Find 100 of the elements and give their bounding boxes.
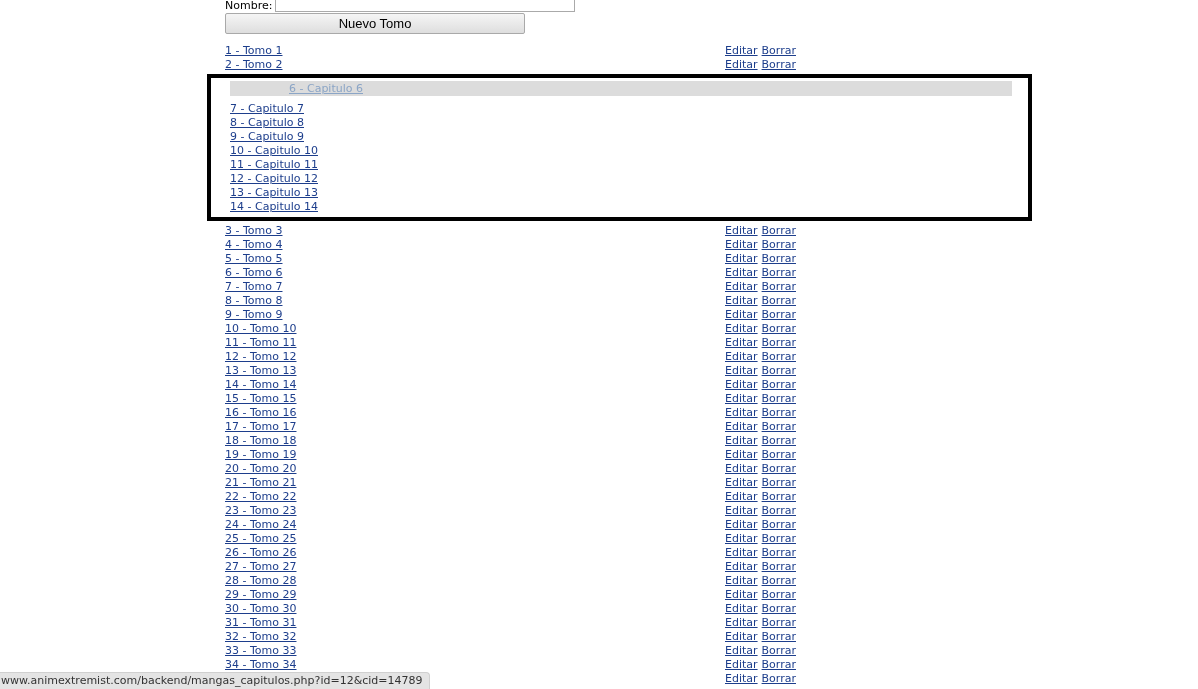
- tome-link[interactable]: 29 - Tomo 29: [225, 588, 297, 601]
- delete-link[interactable]: Borrar: [761, 252, 796, 266]
- tome-link[interactable]: 13 - Tomo 13: [225, 364, 297, 377]
- tome-link[interactable]: 18 - Tomo 18: [225, 434, 297, 447]
- edit-link[interactable]: Editar: [725, 392, 758, 406]
- chapter-link[interactable]: 7 - Capitulo 7: [230, 102, 304, 115]
- chapter-link[interactable]: 13 - Capitulo 13: [230, 186, 318, 199]
- tome-link[interactable]: 27 - Tomo 27: [225, 560, 297, 573]
- edit-link[interactable]: Editar: [725, 238, 758, 252]
- edit-link[interactable]: Editar: [725, 490, 758, 504]
- edit-link[interactable]: Editar: [725, 266, 758, 280]
- delete-link[interactable]: Borrar: [761, 406, 796, 420]
- tome-link[interactable]: 14 - Tomo 14: [225, 378, 297, 391]
- edit-link[interactable]: Editar: [725, 350, 758, 364]
- chapter-link[interactable]: 14 - Capitulo 14: [230, 200, 318, 213]
- delete-link[interactable]: Borrar: [761, 294, 796, 308]
- tome-link[interactable]: 16 - Tomo 16: [225, 406, 297, 419]
- chapter-link[interactable]: 12 - Capitulo 12: [230, 172, 318, 185]
- delete-link[interactable]: Borrar: [761, 448, 796, 462]
- tome-link[interactable]: 20 - Tomo 20: [225, 462, 297, 475]
- delete-link[interactable]: Borrar: [761, 462, 796, 476]
- delete-link[interactable]: Borrar: [761, 490, 796, 504]
- tome-link[interactable]: 15 - Tomo 15: [225, 392, 297, 405]
- tome-link[interactable]: 22 - Tomo 22: [225, 490, 297, 503]
- delete-link[interactable]: Borrar: [761, 420, 796, 434]
- tome-link[interactable]: 9 - Tomo 9: [225, 308, 283, 321]
- delete-link[interactable]: Borrar: [761, 672, 796, 686]
- delete-link[interactable]: Borrar: [761, 630, 796, 644]
- edit-link[interactable]: Editar: [725, 462, 758, 476]
- delete-link[interactable]: Borrar: [761, 588, 796, 602]
- tome-link[interactable]: 17 - Tomo 17: [225, 420, 297, 433]
- edit-link[interactable]: Editar: [725, 644, 758, 658]
- edit-link[interactable]: Editar: [725, 658, 758, 672]
- edit-link[interactable]: Editar: [725, 378, 758, 392]
- tome-link[interactable]: 10 - Tomo 10: [225, 322, 297, 335]
- edit-link[interactable]: Editar: [725, 58, 758, 72]
- tome-link[interactable]: 26 - Tomo 26: [225, 546, 297, 559]
- edit-link[interactable]: Editar: [725, 672, 758, 686]
- tome-link[interactable]: 11 - Tomo 11: [225, 336, 297, 349]
- edit-link[interactable]: Editar: [725, 476, 758, 490]
- delete-link[interactable]: Borrar: [761, 658, 796, 672]
- edit-link[interactable]: Editar: [725, 252, 758, 266]
- delete-link[interactable]: Borrar: [761, 616, 796, 630]
- delete-link[interactable]: Borrar: [761, 280, 796, 294]
- edit-link[interactable]: Editar: [725, 420, 758, 434]
- edit-link[interactable]: Editar: [725, 574, 758, 588]
- delete-link[interactable]: Borrar: [761, 336, 796, 350]
- edit-link[interactable]: Editar: [725, 308, 758, 322]
- edit-link[interactable]: Editar: [725, 560, 758, 574]
- edit-link[interactable]: Editar: [725, 588, 758, 602]
- delete-link[interactable]: Borrar: [761, 224, 796, 238]
- tome-link[interactable]: 24 - Tomo 24: [225, 518, 297, 531]
- delete-link[interactable]: Borrar: [761, 518, 796, 532]
- delete-link[interactable]: Borrar: [761, 392, 796, 406]
- edit-link[interactable]: Editar: [725, 294, 758, 308]
- edit-link[interactable]: Editar: [725, 280, 758, 294]
- delete-link[interactable]: Borrar: [761, 546, 796, 560]
- delete-link[interactable]: Borrar: [761, 504, 796, 518]
- edit-link[interactable]: Editar: [725, 448, 758, 462]
- tome-link[interactable]: 25 - Tomo 25: [225, 532, 297, 545]
- new-tome-button[interactable]: Nuevo Tomo: [225, 13, 525, 34]
- chapter-link[interactable]: 11 - Capitulo 11: [230, 158, 318, 171]
- chapter-link[interactable]: 8 - Capitulo 8: [230, 116, 304, 129]
- delete-link[interactable]: Borrar: [761, 378, 796, 392]
- edit-link[interactable]: Editar: [725, 630, 758, 644]
- delete-link[interactable]: Borrar: [761, 308, 796, 322]
- delete-link[interactable]: Borrar: [761, 574, 796, 588]
- tome-link[interactable]: 34 - Tomo 34: [225, 658, 297, 671]
- tome-link[interactable]: 6 - Tomo 6: [225, 266, 283, 279]
- chapter-link[interactable]: 9 - Capitulo 9: [230, 130, 304, 143]
- edit-link[interactable]: Editar: [725, 364, 758, 378]
- delete-link[interactable]: Borrar: [761, 602, 796, 616]
- edit-link[interactable]: Editar: [725, 616, 758, 630]
- delete-link[interactable]: Borrar: [761, 322, 796, 336]
- tome-link[interactable]: 33 - Tomo 33: [225, 644, 297, 657]
- tome-link[interactable]: 31 - Tomo 31: [225, 616, 297, 629]
- delete-link[interactable]: Borrar: [761, 238, 796, 252]
- edit-link[interactable]: Editar: [725, 336, 758, 350]
- tome-link[interactable]: 23 - Tomo 23: [225, 504, 297, 517]
- tome-link[interactable]: 8 - Tomo 8: [225, 294, 283, 307]
- tome-link[interactable]: 7 - Tomo 7: [225, 280, 283, 293]
- tome-link[interactable]: 3 - Tomo 3: [225, 224, 283, 237]
- edit-link[interactable]: Editar: [725, 518, 758, 532]
- tome-link[interactable]: 12 - Tomo 12: [225, 350, 297, 363]
- chapter-link[interactable]: 10 - Capitulo 10: [230, 144, 318, 157]
- tome-link[interactable]: 5 - Tomo 5: [225, 252, 283, 265]
- tome-link[interactable]: 19 - Tomo 19: [225, 448, 297, 461]
- delete-link[interactable]: Borrar: [761, 476, 796, 490]
- tome-link[interactable]: 1 - Tomo 1: [225, 44, 283, 57]
- delete-link[interactable]: Borrar: [761, 560, 796, 574]
- edit-link[interactable]: Editar: [725, 406, 758, 420]
- edit-link[interactable]: Editar: [725, 322, 758, 336]
- delete-link[interactable]: Borrar: [761, 644, 796, 658]
- tome-link[interactable]: 21 - Tomo 21: [225, 476, 297, 489]
- tome-link[interactable]: 2 - Tomo 2: [225, 58, 283, 71]
- edit-link[interactable]: Editar: [725, 504, 758, 518]
- delete-link[interactable]: Borrar: [761, 364, 796, 378]
- tome-link[interactable]: 30 - Tomo 30: [225, 602, 297, 615]
- delete-link[interactable]: Borrar: [761, 532, 796, 546]
- delete-link[interactable]: Borrar: [761, 350, 796, 364]
